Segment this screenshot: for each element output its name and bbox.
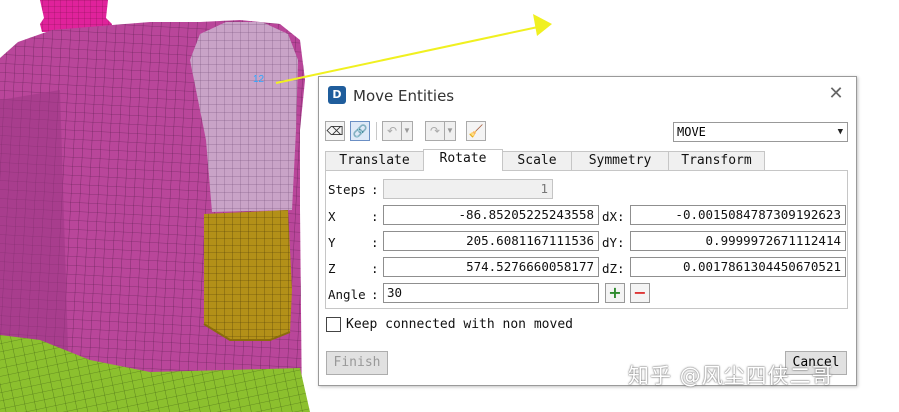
undo-icon[interactable]: ↶ — [382, 121, 402, 141]
undo-dropdown-chevron-down-icon[interactable]: ▼ — [401, 121, 413, 141]
rotation-axis-vector — [275, 14, 552, 84]
chevron-down-icon: ▼ — [837, 127, 843, 137]
dz-field[interactable]: 0.0017861304450670521 — [630, 257, 846, 277]
dy-field[interactable]: 0.9999972671112414 — [630, 231, 846, 251]
increase-angle-plus-icon[interactable]: + — [605, 283, 625, 303]
dialog-titlebar[interactable]: D Move Entities ✕ — [319, 77, 856, 113]
mode-select[interactable]: MOVE ▼ — [673, 122, 848, 142]
keep-connected-label: Keep connected with non moved — [346, 317, 573, 332]
x-field[interactable]: -86.85205225243558 — [383, 205, 599, 225]
z-label: Z — [328, 261, 336, 276]
mode-select-value: MOVE — [677, 125, 706, 139]
dz-label: dZ: — [602, 261, 625, 276]
move-entities-dialog: D Move Entities ✕ ⌫ 🔗 ↶ ▼ ↷ ▼ 🧹 MOVE ▼ T… — [318, 76, 857, 386]
close-button[interactable]: ✕ — [826, 84, 846, 104]
broom-icon[interactable]: 🧹 — [466, 121, 486, 141]
tab-rotate[interactable]: Rotate — [423, 149, 503, 171]
steps-field: 1 — [383, 179, 553, 199]
watermark-text: 知乎 @风尘四侠二哥 — [628, 364, 834, 388]
eraser-icon[interactable]: ⌫ — [325, 121, 345, 141]
keep-connected-checkbox[interactable] — [326, 317, 341, 332]
angle-field[interactable]: 30 — [383, 283, 599, 303]
y-label: Y — [328, 235, 336, 250]
tab-scale[interactable]: Scale — [502, 151, 572, 170]
tab-symmetry[interactable]: Symmetry — [571, 151, 669, 170]
tab-bar: Translate Rotate Scale Symmetry Transfor… — [325, 149, 855, 171]
z-field[interactable]: 574.5276660058177 — [383, 257, 599, 277]
rotate-panel: Steps : 1 X : -86.85205225243558 dX: -0.… — [325, 170, 848, 309]
dx-field[interactable]: -0.0015084787309192623 — [630, 205, 846, 225]
tab-translate[interactable]: Translate — [325, 151, 424, 170]
redo-icon[interactable]: ↷ — [425, 121, 445, 141]
node-id-label: 12 — [253, 74, 265, 85]
x-label: X — [328, 209, 336, 224]
dy-label: dY: — [602, 235, 625, 250]
tab-transform[interactable]: Transform — [668, 151, 765, 170]
link-icon[interactable]: 🔗 — [350, 121, 370, 141]
decrease-angle-minus-icon[interactable]: − — [630, 283, 650, 303]
cuff-part — [203, 210, 292, 341]
angle-label: Angle — [328, 287, 366, 302]
y-field[interactable]: 205.6081167111536 — [383, 231, 599, 251]
redo-dropdown-chevron-down-icon[interactable]: ▼ — [444, 121, 456, 141]
finish-button[interactable]: Finish — [326, 351, 388, 375]
app-logo-icon: D — [328, 86, 346, 104]
steps-label: Steps — [328, 182, 366, 197]
dx-label: dX: — [602, 209, 625, 224]
dialog-title: Move Entities — [353, 87, 455, 105]
